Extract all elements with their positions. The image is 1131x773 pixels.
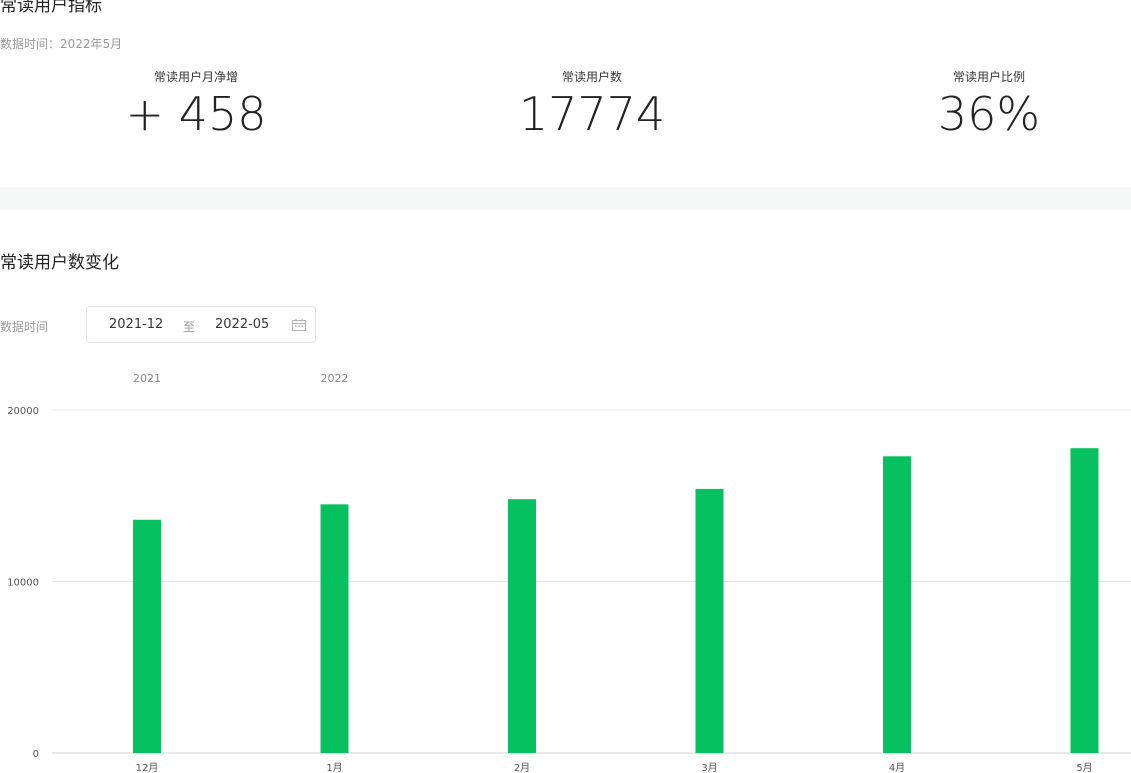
metric-value: + 458: [125, 87, 267, 141]
x-tick-label: 4月: [889, 762, 905, 773]
calendar-icon[interactable]: [292, 319, 306, 331]
bar-1月[interactable]: [320, 504, 349, 753]
metric-user-ratio: 常读用户比例 36%: [839, 68, 1131, 140]
trend-section-title: 常读用户数变化: [0, 253, 119, 273]
metric-net-growth: 常读用户月净增 + 458: [46, 68, 346, 140]
section-divider: [0, 187, 1131, 210]
bar-3月[interactable]: [695, 488, 724, 753]
x-tick-label: 1月: [326, 762, 342, 773]
y-tick-label: 10000: [7, 578, 39, 589]
year-label: 2021: [133, 372, 161, 385]
metric-user-count: 常读用户数 17774: [442, 68, 742, 140]
start-date[interactable]: 2021-12: [109, 317, 163, 332]
user-count-bar-chart: 0 10000 20000 2021 2022 12月 1月 2月 3月 4月 5月: [7, 372, 1131, 773]
x-tick-label: 12月: [136, 762, 159, 773]
year-label: 2022: [321, 372, 349, 385]
bar-12月[interactable]: [133, 519, 161, 753]
y-tick-label: 20000: [7, 406, 39, 417]
metrics-data-time: 数据时间：2022年5月: [0, 37, 123, 51]
date-range-picker[interactable]: 2021-12 至 2022-05: [86, 306, 316, 343]
y-tick-label: 0: [33, 749, 39, 760]
range-label: 数据时间: [0, 320, 49, 334]
bar-2月[interactable]: [508, 499, 536, 753]
metric-label: 常读用户数: [561, 70, 622, 84]
metrics-card: 常读用户指标 数据时间：2022年5月 常读用户月净增 + 458 常读用户数 …: [0, 0, 1131, 187]
bar-4月[interactable]: [883, 456, 911, 753]
metric-label: 常读用户比例: [952, 70, 1025, 84]
x-tick-label: 5月: [1076, 762, 1092, 773]
bar-5月[interactable]: [1070, 448, 1099, 753]
metric-value: 17774: [518, 87, 666, 141]
metric-value: 36%: [937, 87, 1041, 141]
range-separator: 至: [183, 320, 196, 334]
end-date[interactable]: 2022-05: [215, 317, 269, 332]
metric-label: 常读用户月净增: [153, 70, 238, 84]
x-tick-label: 3月: [701, 762, 717, 773]
x-tick-label: 2月: [514, 762, 530, 773]
metrics-section-title: 常读用户指标: [0, 0, 102, 16]
